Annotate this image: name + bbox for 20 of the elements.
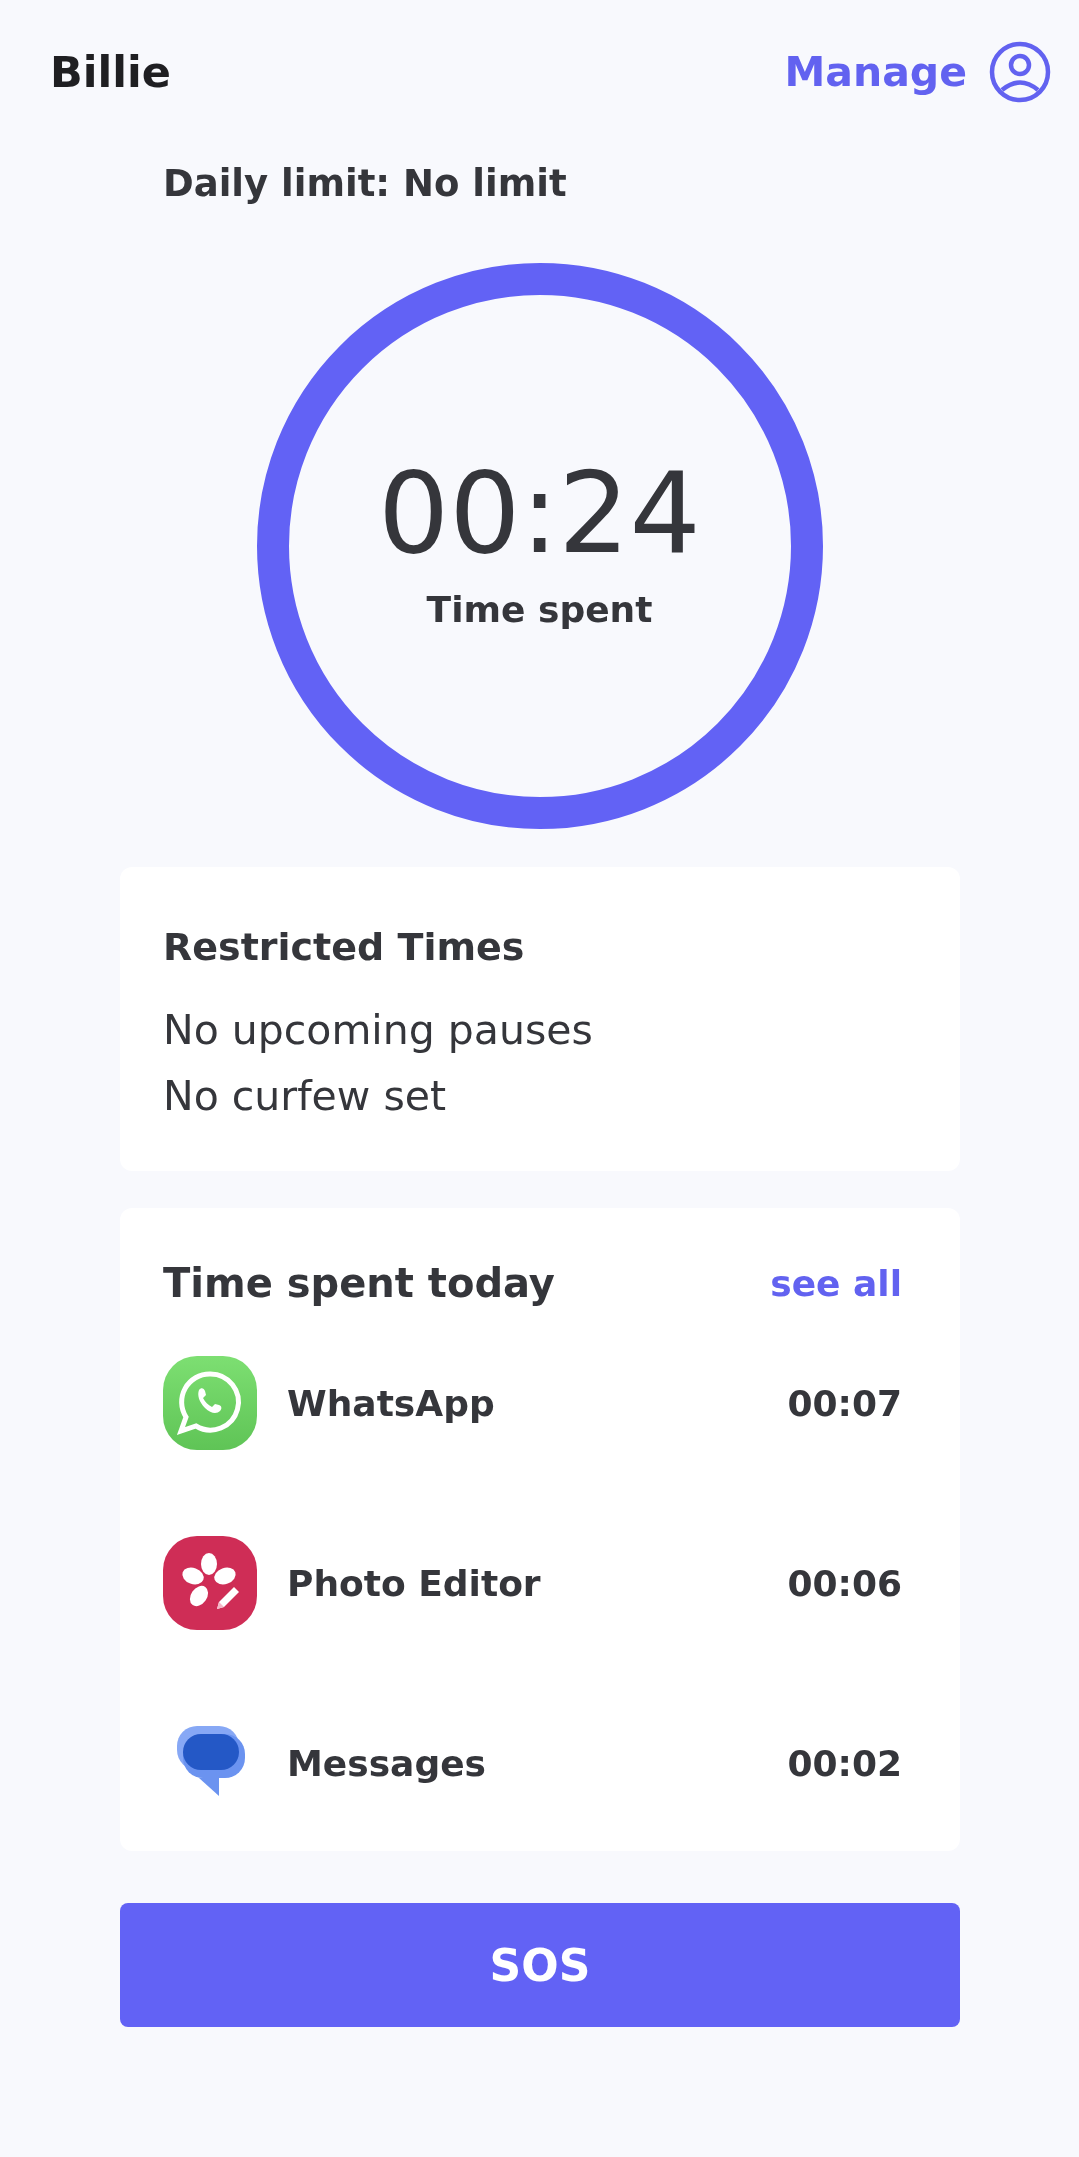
flower-icon <box>163 1536 257 1630</box>
app-name: Photo Editor <box>287 1562 542 1604</box>
app-title: Billie <box>50 47 171 97</box>
app-name: WhatsApp <box>287 1382 496 1424</box>
status-text: No upcoming pauses <box>163 1005 594 1056</box>
daily-limit-label: Daily limit: No limit <box>163 162 567 205</box>
usage-time: 00:06 <box>787 1562 902 1604</box>
status-text: No curfew set <box>163 1071 448 1122</box>
sos-button[interactable]: SOS <box>120 1903 960 2027</box>
see-all-link[interactable]: see all <box>770 1262 902 1304</box>
phone-bubble-icon <box>163 1356 257 1450</box>
manage-link[interactable]: Manage <box>784 48 967 96</box>
usage-time: 00:02 <box>787 1742 902 1784</box>
time-spent-value: 00:24 <box>378 451 701 576</box>
card-title: Time spent today <box>163 1260 555 1306</box>
usage-time: 00:07 <box>787 1382 902 1424</box>
card-title: Restricted Times <box>163 925 526 969</box>
profile-icon[interactable] <box>989 41 1051 103</box>
app-name: Messages <box>287 1742 487 1784</box>
time-spent-label: Time spent <box>426 589 653 631</box>
